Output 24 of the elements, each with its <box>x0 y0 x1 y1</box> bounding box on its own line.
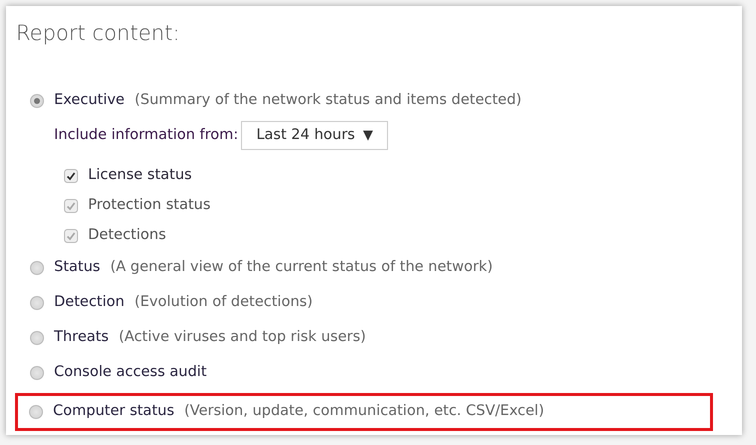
radio-button[interactable] <box>30 94 44 108</box>
checkbox-label: License status <box>88 166 192 185</box>
option-description: (Active viruses and top risk users) <box>118 328 366 348</box>
option-label[interactable]: Detection <box>54 292 124 314</box>
radio-button[interactable] <box>30 366 44 380</box>
option-description: (A general view of the current status of the network) <box>110 258 493 278</box>
section-title: Report content: <box>16 20 181 47</box>
option-label[interactable]: Executive <box>54 90 125 112</box>
option-description: (Version, update, communication, etc. CSV/Excel) <box>184 402 544 421</box>
period-dropdown[interactable]: Last 24 hours ▼ <box>241 120 388 150</box>
radio-button[interactable] <box>29 404 43 418</box>
option-label[interactable]: Threats <box>54 327 109 349</box>
radio-button[interactable] <box>30 261 44 275</box>
option-description: (Evolution of detections) <box>134 293 313 312</box>
option-label[interactable]: Status <box>54 257 100 279</box>
checkbox-label: Protection status <box>88 196 211 215</box>
option-label[interactable]: Console access audit <box>54 362 207 384</box>
option-label[interactable]: Computer status <box>53 400 174 422</box>
checkbox[interactable] <box>64 168 78 182</box>
radio-button[interactable] <box>30 296 44 310</box>
radio-button[interactable] <box>30 331 44 345</box>
checkbox-label: Detections <box>88 226 166 245</box>
option-description: (Summary of the network status and items detected) <box>134 91 522 110</box>
include-label: Include information from: <box>54 126 238 145</box>
